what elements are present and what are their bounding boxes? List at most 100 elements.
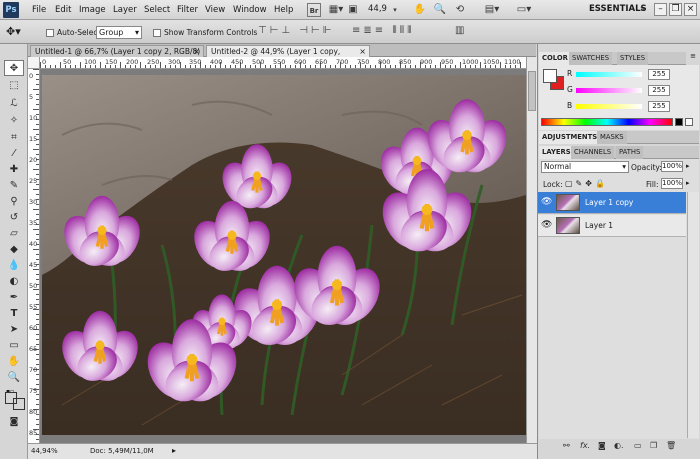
minibridge-icon[interactable]: ▣ (345, 3, 361, 17)
crop-tool-icon[interactable]: ⌗ (4, 130, 24, 146)
tab-masks[interactable]: MASKS (597, 131, 627, 144)
lasso-tool-icon[interactable]: ℒ (4, 96, 24, 112)
link-layers-icon[interactable]: ⚯ (563, 440, 570, 452)
group-icon[interactable]: ▭ (634, 440, 642, 452)
restore-button[interactable]: ❐ (669, 3, 682, 16)
eye-icon[interactable]: 👁 (541, 197, 552, 207)
type-tool-icon[interactable]: T (4, 306, 24, 322)
fill-input[interactable]: 100% (661, 178, 683, 189)
blend-mode-dropdown[interactable]: Normal ▾ (541, 161, 629, 173)
history-brush-icon[interactable]: ↺ (4, 210, 24, 226)
r-value[interactable]: 255 (648, 69, 670, 80)
ruler-corner[interactable] (28, 57, 40, 69)
auto-align-icon[interactable]: ▥ (455, 25, 464, 36)
adjustment-layer-icon[interactable]: ◐. (614, 440, 624, 452)
black-chip[interactable] (675, 118, 683, 126)
zoom-dropdown-icon[interactable]: ▾ (390, 3, 400, 17)
rectangle-tool-icon[interactable]: ▭ (4, 338, 24, 354)
menu-layer[interactable]: Layer (113, 4, 137, 16)
show-transform-checkbox[interactable] (153, 29, 161, 37)
tab-untitled-2[interactable]: Untitled-2 @ 44,9% (Layer 1 copy, RGB/8)… (206, 45, 370, 68)
quick-mask-icon[interactable]: ◙ (4, 414, 24, 430)
menu-edit[interactable]: Edit (55, 4, 71, 16)
arrange-docs-icon[interactable]: ▤▾ (482, 3, 502, 17)
minimize-button[interactable]: – (654, 3, 667, 16)
tab-styles[interactable]: STYLES (617, 52, 649, 65)
hand-icon[interactable]: ✋ (412, 3, 428, 17)
move-tool-preset-icon[interactable]: ✥▾ (6, 25, 21, 38)
dodge-tool-icon[interactable]: ◐ (4, 274, 24, 290)
layers-scrollbar[interactable] (687, 192, 699, 438)
workspace-arrow-icon[interactable]: » (640, 4, 645, 13)
layer-row-layer-1[interactable]: 👁 Layer 1 (538, 215, 686, 237)
lock-icons[interactable]: ▢✎✥🔒 (565, 179, 608, 188)
ruler-tick (80, 62, 81, 68)
zoom-level[interactable]: 44,9 (368, 4, 387, 14)
clone-stamp-icon[interactable]: ⚲ (4, 194, 24, 210)
status-zoom[interactable]: 44,94% (31, 447, 58, 455)
magic-wand-icon[interactable]: ✧ (4, 113, 24, 129)
path-selection-icon[interactable]: ➤ (4, 322, 24, 338)
b-value[interactable]: 255 (648, 101, 670, 112)
screen-mode-icon[interactable]: ▭▾ (514, 3, 534, 17)
zoom-icon[interactable]: 🔍 (432, 3, 448, 17)
menu-filter[interactable]: Filter (177, 4, 198, 16)
zoom-tool-icon[interactable]: 🔍 (4, 370, 24, 386)
align-icons[interactable]: ⊤⊢⊥ ⊣⊢⊩ (258, 25, 334, 36)
fg-color-chip[interactable] (543, 69, 557, 83)
menu-help[interactable]: Help (274, 4, 293, 16)
hand-tool-icon[interactable]: ✋ (4, 354, 24, 370)
g-value[interactable]: 255 (648, 85, 670, 96)
menu-file[interactable]: File (32, 4, 46, 16)
tab-color[interactable]: COLOR (539, 52, 571, 65)
mask-icon[interactable]: ◙ (598, 440, 606, 452)
tab-paths[interactable]: PATHS (616, 146, 644, 159)
tab-untitled-1[interactable]: Untitled-1 @ 66,7% (Layer 1 copy 2, RGB/… (30, 45, 204, 68)
tab-adjustments[interactable]: ADJUSTMENTS (539, 131, 601, 144)
pen-tool-icon[interactable]: ✒ (4, 290, 24, 306)
tab-channels[interactable]: CHANNELS (571, 146, 615, 159)
fill-arrow-icon[interactable]: ▸ (686, 179, 690, 187)
arrange-icon[interactable]: ▦▾ (326, 3, 346, 17)
white-chip[interactable] (685, 118, 693, 126)
foreground-color-swatch[interactable] (5, 392, 17, 404)
bridge-icon[interactable]: Br (307, 3, 321, 17)
menu-view[interactable]: View (205, 4, 225, 16)
scrollbar-thumb[interactable] (528, 71, 536, 111)
paint-bucket-icon[interactable]: ◆ (4, 242, 24, 258)
fx-icon[interactable]: fx. (580, 440, 590, 452)
auto-select-dropdown[interactable]: Group ▾ (96, 26, 142, 39)
distribute-icons[interactable]: ≡≣≡ ⦀⦀⦀ (352, 25, 415, 36)
status-menu-icon[interactable]: ▸ (172, 446, 176, 455)
tab-swatches[interactable]: SWATCHES (569, 52, 613, 65)
rotate-icon[interactable]: ⟲ (452, 3, 468, 17)
menu-image[interactable]: Image (79, 4, 106, 16)
opacity-arrow-icon[interactable]: ▸ (686, 162, 690, 170)
opacity-input[interactable]: 100% (661, 161, 683, 172)
b-slider[interactable] (576, 104, 642, 109)
brush-tool-icon[interactable]: ✎ (4, 178, 24, 194)
trash-icon[interactable]: 🗑 (666, 440, 676, 452)
eraser-tool-icon[interactable]: ▱ (4, 226, 24, 242)
blur-tool-icon[interactable]: 💧 (4, 258, 24, 274)
layer-row-layer-1-copy[interactable]: 👁 Layer 1 copy (538, 192, 686, 214)
eyedropper-icon[interactable]: ⁄ (4, 146, 24, 162)
menu-window[interactable]: Window (233, 4, 267, 16)
marquee-tool-icon[interactable]: ⬚ (4, 78, 24, 94)
workspace-switcher[interactable]: ESSENTIALS (589, 4, 647, 14)
new-layer-icon[interactable]: ❐ (650, 440, 657, 452)
healing-brush-icon[interactable]: ✚ (4, 162, 24, 178)
ruler-tick (290, 65, 291, 68)
eye-icon[interactable]: 👁 (541, 220, 552, 230)
close-button[interactable]: × (684, 3, 697, 16)
tab-layers[interactable]: LAYERS (539, 146, 574, 159)
document-image[interactable] (42, 75, 526, 435)
vertical-scrollbar[interactable] (526, 57, 537, 443)
auto-select-checkbox[interactable] (46, 29, 54, 37)
move-tool-icon[interactable]: ✥ (4, 60, 24, 76)
menu-select[interactable]: Select (144, 4, 170, 16)
color-ramp[interactable] (541, 118, 673, 126)
panel-menu-icon[interactable]: ≡ (687, 52, 699, 65)
g-slider[interactable] (576, 88, 642, 93)
r-slider[interactable] (576, 72, 642, 77)
